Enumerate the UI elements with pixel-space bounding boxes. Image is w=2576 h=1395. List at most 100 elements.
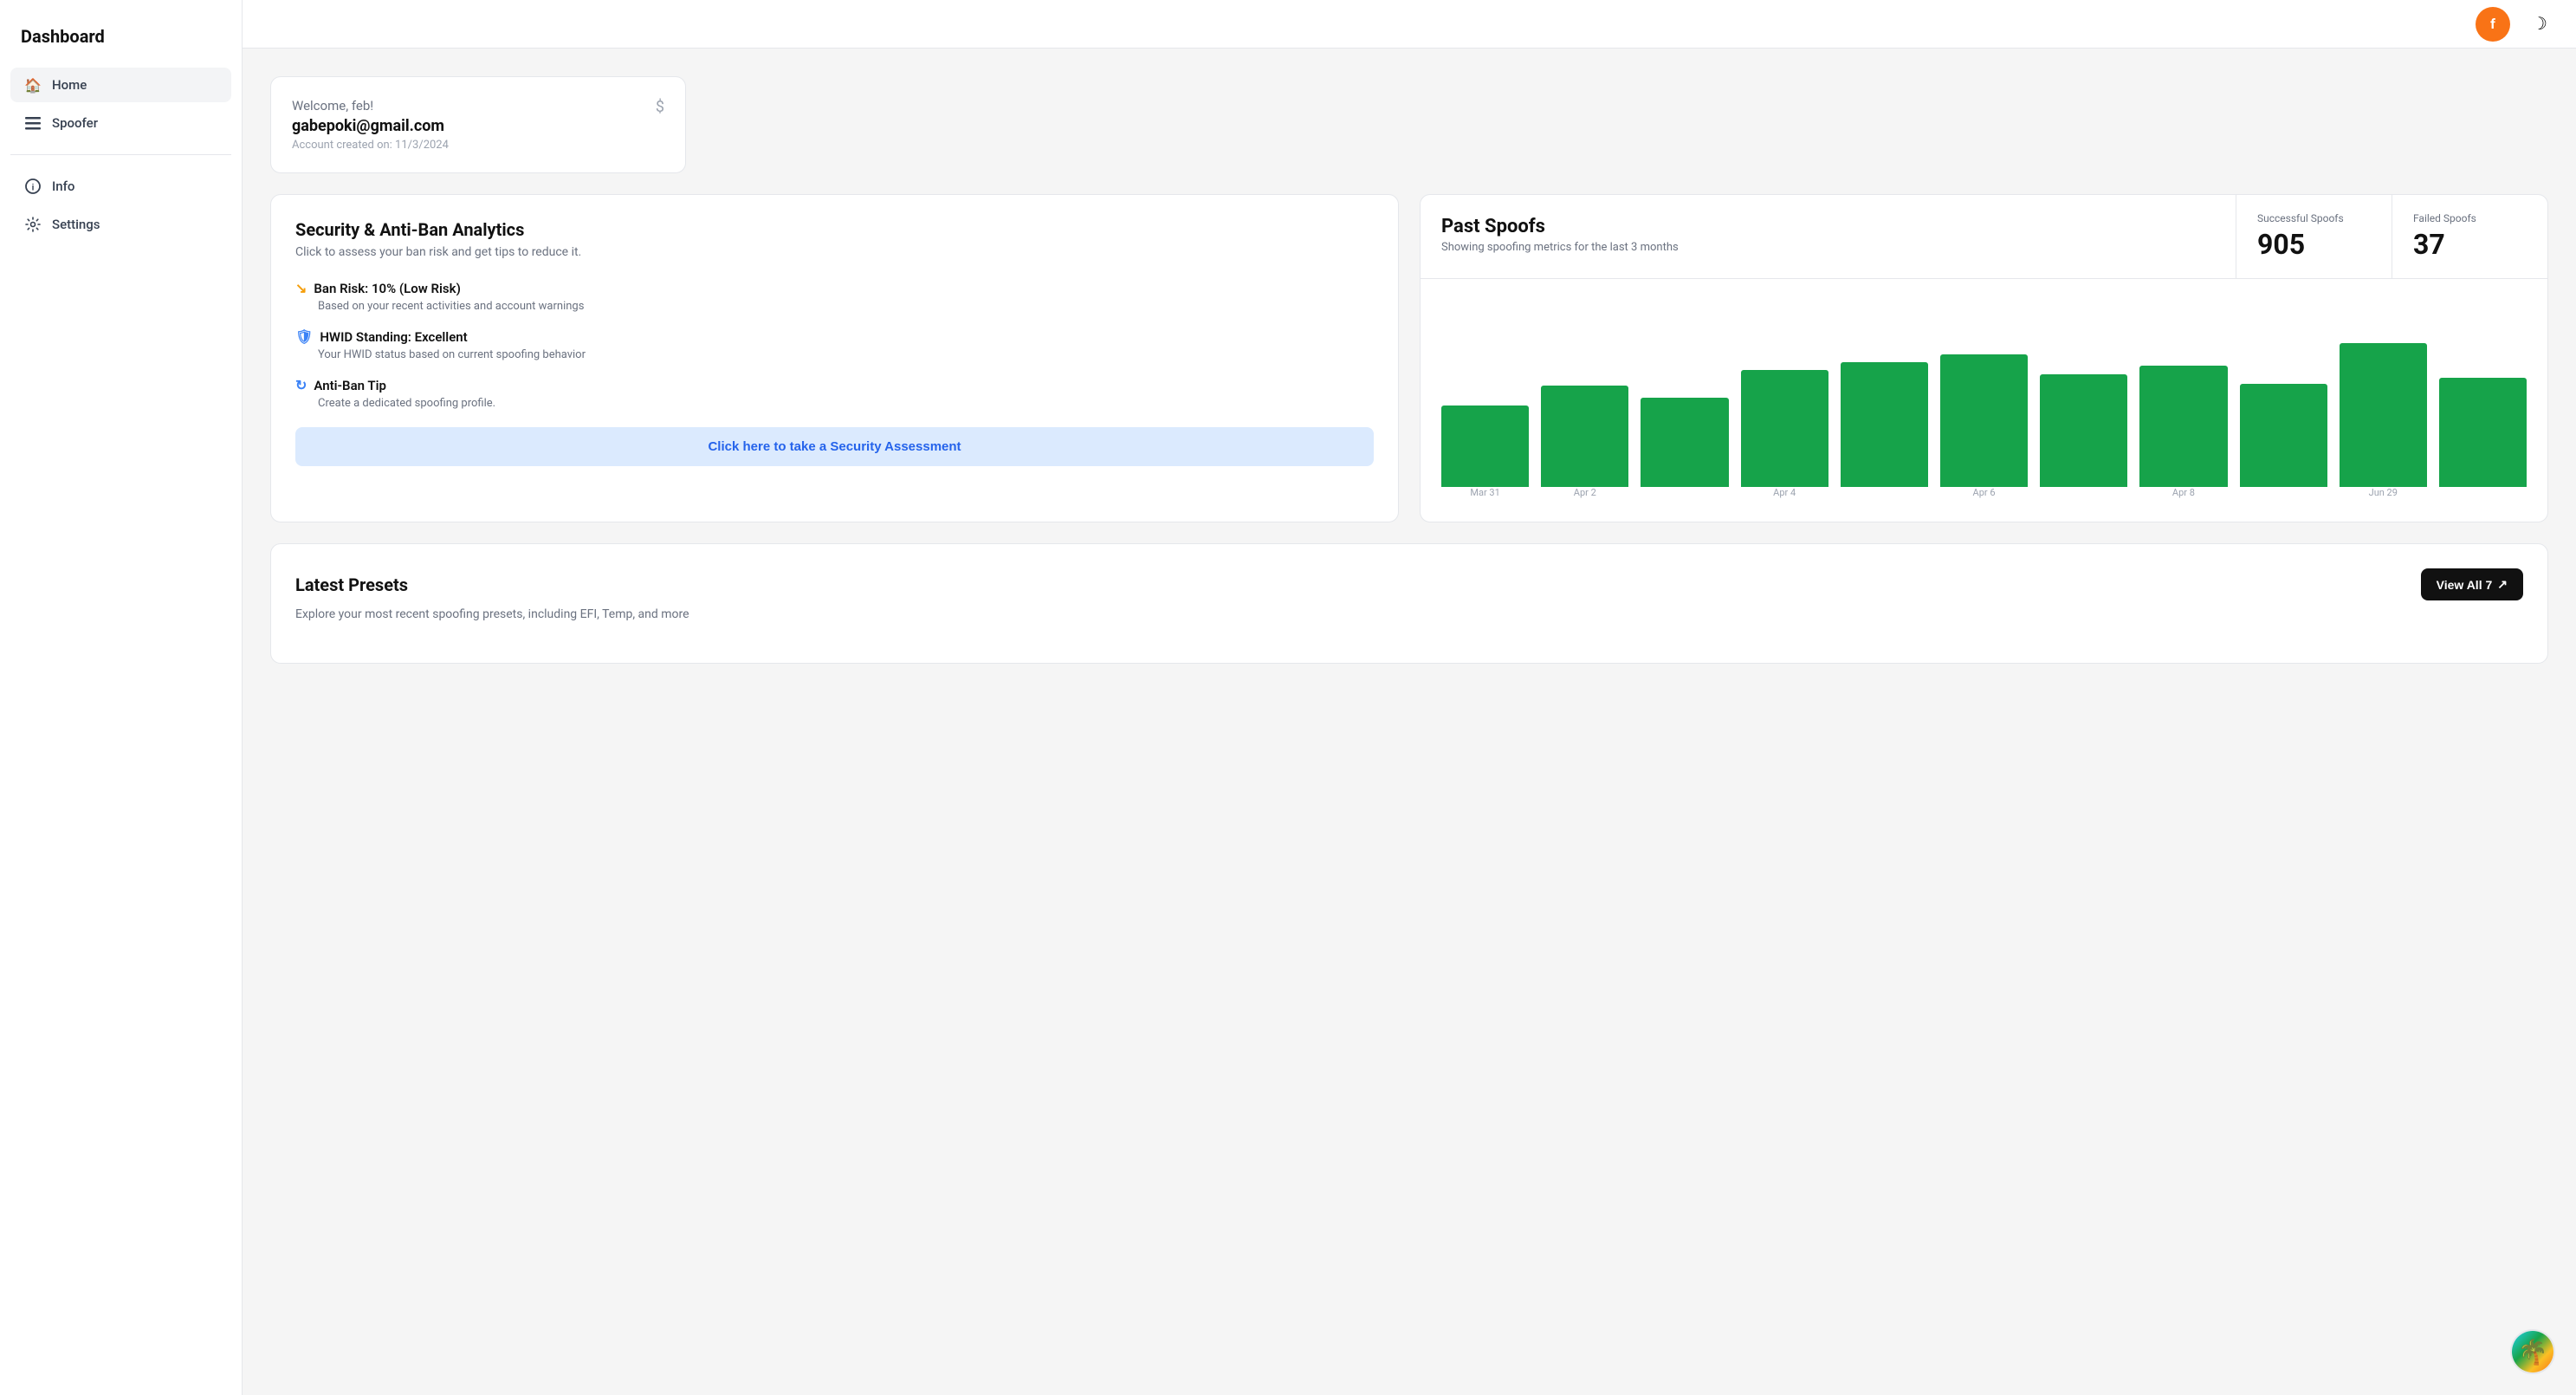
chart-bar [2240, 384, 2327, 487]
successful-spoofs-value: 905 [2257, 228, 2371, 261]
failed-spoofs-label: Failed Spoofs [2413, 212, 2527, 224]
successful-spoofs-label: Successful Spoofs [2257, 212, 2371, 224]
sidebar-divider [10, 154, 231, 155]
hwid-desc: Your HWID status based on current spoofi… [295, 348, 1374, 361]
sidebar-item-spoofer[interactable]: Spoofer [10, 106, 231, 140]
refresh-icon: ↻ [295, 377, 307, 393]
chart-bar-group [1441, 406, 1529, 487]
presets-title: Latest Presets [295, 574, 408, 595]
chart-label: Apr 8 [2139, 487, 2227, 498]
chart-label: Apr 2 [1541, 487, 1628, 498]
view-all-arrow-icon: ↗ [2497, 577, 2508, 592]
chart-bar [1541, 386, 1628, 487]
ban-risk-desc: Based on your recent activities and acco… [295, 300, 1374, 313]
chart-labels-row: Mar 31 Apr 2 Apr 4 Apr 6 Apr 8 Jun 29 [1441, 487, 2527, 498]
failed-spoofs-stat: Failed Spoofs 37 [2392, 195, 2547, 278]
globe-badge[interactable]: 🌴 [2510, 1329, 2555, 1374]
chart-label: Mar 31 [1441, 487, 1529, 498]
info-icon: i [24, 178, 42, 195]
shield-icon: 🛡 [295, 328, 313, 345]
chart-label [2240, 487, 2327, 498]
top-bar: f ☽ [243, 0, 2576, 49]
past-spoofs-subtitle: Showing spoofing metrics for the last 3 … [1441, 241, 2215, 254]
chart-bar-group [2340, 343, 2427, 487]
chart-bar-group [1940, 354, 2028, 487]
sidebar-item-home-label: Home [52, 77, 87, 93]
past-spoofs-title: Past Spoofs [1441, 216, 2215, 237]
chart-bar-group [2040, 374, 2127, 487]
successful-spoofs-stat: Successful Spoofs 905 [2236, 195, 2392, 278]
presets-card: Latest Presets View All 7 ↗ Explore your… [270, 543, 2548, 664]
chart-bar [1641, 398, 1728, 487]
view-all-label: View All 7 [2437, 578, 2493, 592]
chart-bar [2340, 343, 2427, 487]
chart-label: Apr 4 [1741, 487, 1828, 498]
dollar-icon: $ [656, 98, 664, 116]
chart-bar-group [1841, 362, 1928, 487]
chart-bar [1441, 406, 1529, 487]
hwid-title: 🛡 HWID Standing: Excellent [295, 328, 1374, 345]
home-icon: 🏠 [24, 76, 42, 94]
content-area: Welcome, feb! gabepoki@gmail.com Account… [243, 49, 2576, 691]
sidebar-item-settings[interactable]: Settings [10, 207, 231, 242]
security-title: Security & Anti-Ban Analytics [295, 219, 1374, 240]
sidebar: Dashboard 🏠 Home Spoofer i [0, 0, 243, 1395]
past-spoofs-title-area: Past Spoofs Showing spoofing metrics for… [1421, 195, 2236, 278]
chart-bar [1741, 370, 1828, 487]
chart-bar-group [2139, 366, 2227, 487]
chart-label: Apr 6 [1940, 487, 2028, 498]
presets-header: Latest Presets View All 7 ↗ [295, 568, 2523, 600]
sidebar-nav: 🏠 Home Spoofer i Info [0, 68, 242, 242]
security-card: Security & Anti-Ban Analytics Click to a… [270, 194, 1399, 522]
chart-label [1641, 487, 1728, 498]
chart-bar [2040, 374, 2127, 487]
chart-bars [1441, 296, 2527, 487]
sidebar-title: Dashboard [0, 17, 242, 68]
assessment-button[interactable]: Click here to take a Security Assessment [295, 427, 1374, 466]
sidebar-item-info-label: Info [52, 178, 74, 194]
chart-bar [1940, 354, 2028, 487]
failed-spoofs-value: 37 [2413, 228, 2527, 261]
chart-bar [1841, 362, 1928, 487]
presets-subtitle: Explore your most recent spoofing preset… [295, 607, 2523, 621]
chart-label [2439, 487, 2527, 498]
ban-risk-item: ↘ Ban Risk: 10% (Low Risk) Based on your… [295, 280, 1374, 313]
welcome-date: Account created on: 11/3/2024 [292, 139, 449, 152]
sidebar-item-info[interactable]: i Info [10, 169, 231, 204]
chart-bar-group [2240, 384, 2327, 487]
sidebar-item-settings-label: Settings [52, 217, 100, 232]
chart-bar-group [1641, 398, 1728, 487]
chart-bar-group [1541, 386, 1628, 487]
hwid-item: 🛡 HWID Standing: Excellent Your HWID sta… [295, 328, 1374, 361]
welcome-text: Welcome, feb! gabepoki@gmail.com Account… [292, 98, 449, 152]
chart-bar [2139, 366, 2227, 487]
sidebar-item-home[interactable]: 🏠 Home [10, 68, 231, 102]
globe-icon: 🌴 [2512, 1331, 2553, 1372]
settings-icon [24, 216, 42, 233]
past-spoofs-header: Past Spoofs Showing spoofing metrics for… [1421, 195, 2547, 279]
security-subtitle: Click to assess your ban risk and get ti… [295, 245, 1374, 259]
chart-label [1841, 487, 1928, 498]
user-avatar[interactable]: f [2476, 7, 2510, 42]
view-all-button[interactable]: View All 7 ↗ [2421, 568, 2523, 600]
chart-area: Mar 31 Apr 2 Apr 4 Apr 6 Apr 8 Jun 29 [1421, 279, 2547, 522]
sidebar-item-spoofer-label: Spoofer [52, 115, 98, 131]
svg-text:i: i [32, 184, 35, 193]
antiban-item: ↻ Anti-Ban Tip Create a dedicated spoofi… [295, 377, 1374, 410]
analytics-grid: Security & Anti-Ban Analytics Click to a… [270, 194, 2548, 522]
welcome-email: gabepoki@gmail.com [292, 117, 449, 135]
antiban-desc: Create a dedicated spoofing profile. [295, 397, 1374, 410]
dark-mode-button[interactable]: ☽ [2524, 9, 2555, 40]
ban-risk-title: ↘ Ban Risk: 10% (Low Risk) [295, 280, 1374, 296]
welcome-greeting: Welcome, feb! [292, 98, 449, 114]
ban-risk-icon: ↘ [295, 280, 307, 296]
chart-bar-group [1741, 370, 1828, 487]
past-spoofs-card: Past Spoofs Showing spoofing metrics for… [1420, 194, 2548, 522]
main-content: Welcome, feb! gabepoki@gmail.com Account… [243, 0, 2576, 1395]
chart-bar-group [2439, 378, 2527, 487]
chart-label: Jun 29 [2340, 487, 2427, 498]
chart-bar [2439, 378, 2527, 487]
antiban-title: ↻ Anti-Ban Tip [295, 377, 1374, 393]
chart-label [2040, 487, 2127, 498]
spoofer-icon [24, 114, 42, 132]
